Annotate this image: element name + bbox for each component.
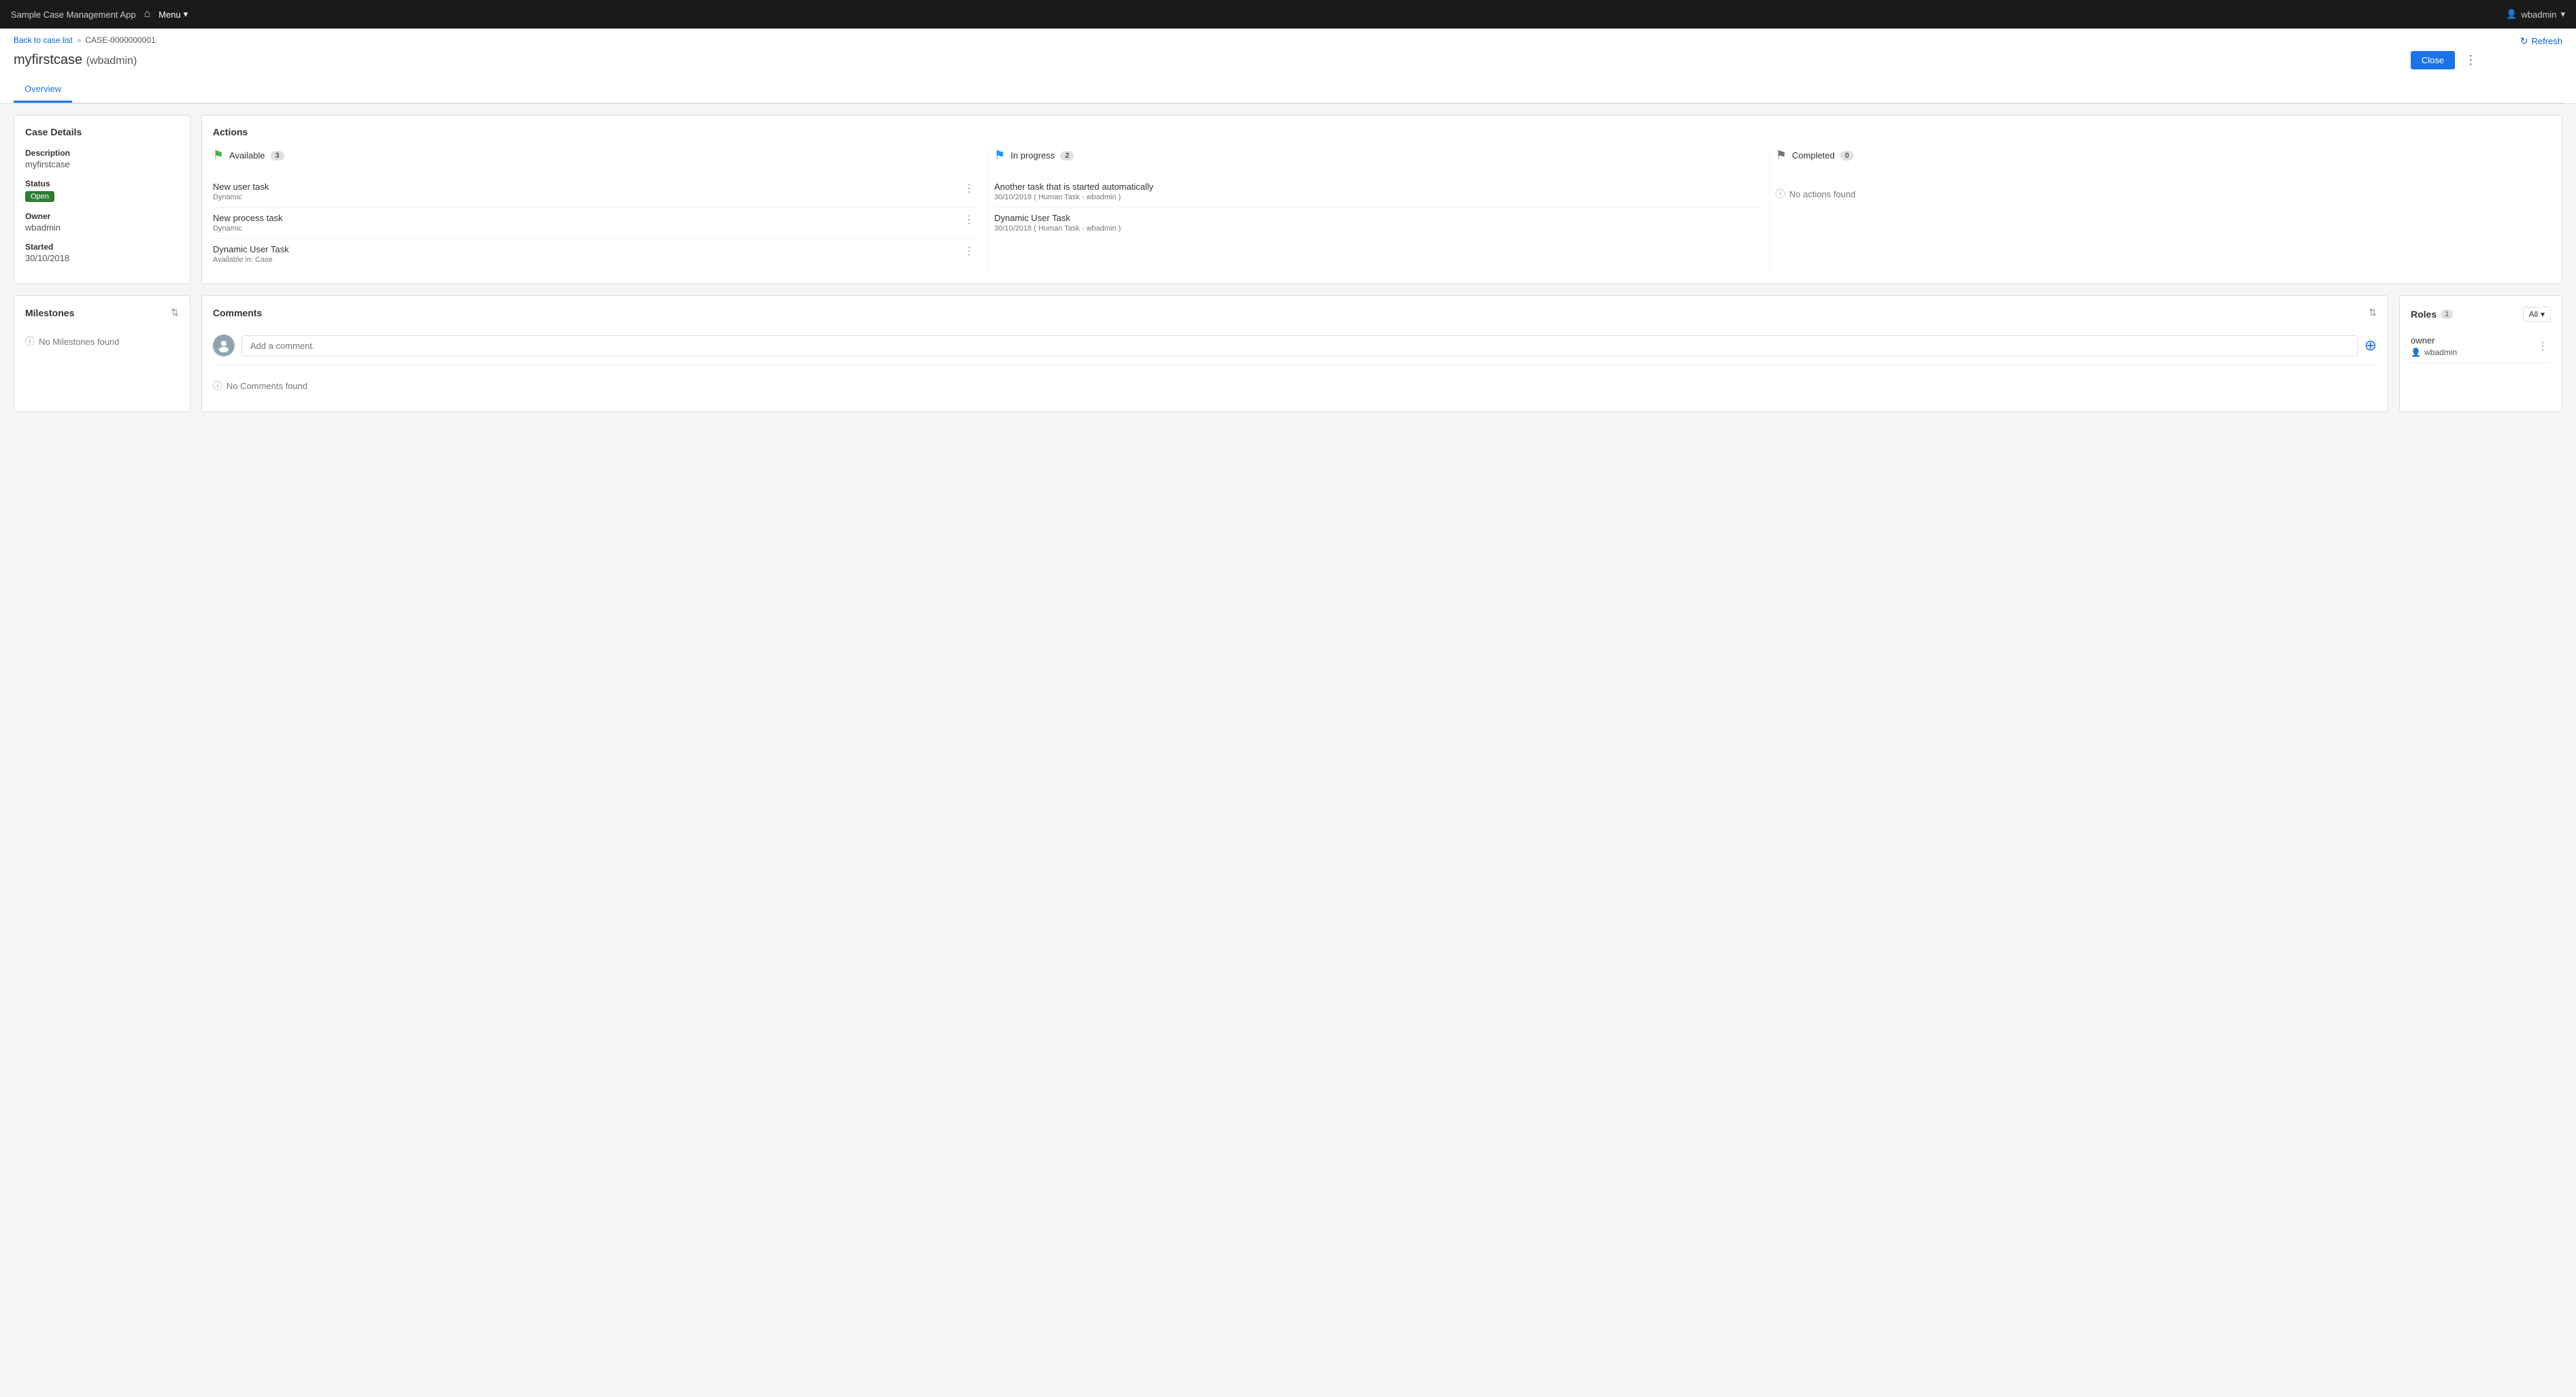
user-icon: 👤	[2506, 9, 2517, 20]
roles-filter-dropdown[interactable]: All ▾	[2523, 307, 2551, 322]
comment-input[interactable]	[241, 335, 2358, 356]
action-item: Another task that is started automatical…	[994, 176, 1759, 207]
action-sub: 30/10/2018 ( Human Task - wbadmin )	[994, 193, 1153, 201]
roles-badge: 1	[2441, 309, 2453, 319]
user-icon: 👤	[2411, 348, 2421, 357]
no-actions-text: No actions found	[1789, 189, 1856, 199]
available-col-title: Available	[229, 150, 265, 161]
description-value: myfirstcase	[25, 159, 179, 169]
action-sub: Dynamic	[213, 224, 283, 233]
info-circle-icon: ⓘ	[1776, 187, 1785, 201]
milestones-sort-icon[interactable]: ⇅	[171, 307, 179, 318]
completed-col-badge: 0	[1840, 151, 1854, 161]
refresh-label: Refresh	[2531, 36, 2562, 46]
no-actions-message: ⓘ No actions found	[1776, 176, 2540, 212]
app-title: Sample Case Management App	[11, 10, 136, 20]
refresh-button[interactable]: ↻ Refresh	[2520, 35, 2562, 47]
role-user-name: wbadmin	[2424, 348, 2457, 357]
role-kebab-button[interactable]: ⋮	[2535, 339, 2551, 353]
actions-panel: Actions ⚑ Available 3 New user task	[201, 115, 2562, 284]
status-label: Status	[25, 179, 179, 188]
case-owner-group: Owner wbadmin	[25, 212, 179, 233]
case-status-group: Status Open	[25, 179, 179, 202]
user-label: wbadmin	[2521, 10, 2556, 20]
started-value: 30/10/2018	[25, 253, 179, 263]
no-milestones-text: No Milestones found	[39, 337, 120, 347]
action-kebab-button[interactable]: ⋮	[961, 244, 977, 258]
inprogress-col-badge: 2	[1060, 151, 1074, 161]
actions-col-inprogress: ⚑ In progress 2 Another task that is sta…	[989, 148, 1770, 269]
comments-title: Comments	[213, 307, 262, 318]
back-to-case-list-link[interactable]: Back to case list	[14, 35, 73, 45]
action-kebab-button[interactable]: ⋮	[961, 182, 977, 195]
action-name[interactable]: New user task	[213, 182, 269, 192]
case-started-group: Started 30/10/2018	[25, 242, 179, 263]
action-sub: Available in: Case	[213, 256, 289, 264]
info-icon: ⓘ	[25, 335, 35, 348]
actions-col-available: ⚑ Available 3 New user task Dynamic ⋮	[213, 148, 989, 269]
action-item: Dynamic User Task Available in: Case ⋮	[213, 239, 977, 269]
refresh-icon: ↻	[2520, 35, 2528, 47]
available-flag-icon: ⚑	[213, 148, 224, 163]
actions-title: Actions	[213, 127, 2551, 137]
action-item: New user task Dynamic ⋮	[213, 176, 977, 207]
tab-overview[interactable]: Overview	[14, 77, 72, 103]
role-item: owner 👤 wbadmin ⋮	[2411, 330, 2551, 363]
close-button[interactable]: Close	[2411, 51, 2455, 69]
owner-label: Owner	[25, 212, 179, 221]
roles-title: Roles	[2411, 309, 2437, 320]
actions-col-completed: ⚑ Completed 0 ⓘ No actions found	[1770, 148, 2551, 269]
roles-panel: Roles 1 All ▾ owner 👤 wbadmin	[2399, 295, 2562, 412]
breadcrumb-current: CASE-0000000001	[85, 35, 155, 45]
inprogress-col-title: In progress	[1011, 150, 1055, 161]
action-name[interactable]: New process task	[213, 213, 283, 223]
action-name[interactable]: Dynamic User Task	[994, 213, 1121, 223]
owner-value: wbadmin	[25, 222, 179, 233]
inprogress-flag-icon: ⚑	[994, 148, 1005, 163]
page-title: myfirstcase (wbadmin)	[14, 52, 137, 68]
role-name: owner	[2411, 335, 2457, 346]
action-kebab-button[interactable]: ⋮	[961, 213, 977, 226]
user-menu[interactable]: 👤 wbadmin ▾	[2506, 9, 2565, 20]
description-label: Description	[25, 148, 179, 158]
started-label: Started	[25, 242, 179, 252]
milestones-panel: Milestones ⇅ ⓘ No Milestones found	[14, 295, 190, 412]
role-user: 👤 wbadmin	[2411, 348, 2457, 357]
comments-sort-icon[interactable]: ⇅	[2369, 307, 2377, 318]
action-item: New process task Dynamic ⋮	[213, 207, 977, 239]
action-sub: 30/10/2018 ( Human Task - wbadmin )	[994, 224, 1121, 233]
avatar	[213, 335, 235, 356]
add-comment-button[interactable]: ⊕	[2365, 338, 2377, 353]
page-kebab-button[interactable]: ⋮	[2460, 50, 2481, 70]
completed-col-title: Completed	[1792, 150, 1835, 161]
breadcrumb: Back to case list » CASE-0000000001	[14, 35, 2562, 45]
roles-filter-chevron-icon: ▾	[2541, 309, 2545, 319]
case-details-title: Case Details	[25, 127, 179, 137]
action-sub: Dynamic	[213, 193, 269, 201]
no-comments-text: No Comments found	[226, 381, 307, 391]
menu-chevron-icon: ▾	[184, 9, 188, 20]
comments-panel: Comments ⇅ ⊕ ⓘ No	[201, 295, 2388, 412]
page-title-user: (wbadmin)	[86, 55, 137, 67]
milestones-title: Milestones	[25, 307, 74, 318]
status-badge: Open	[25, 191, 54, 202]
available-col-badge: 3	[271, 151, 284, 161]
completed-flag-icon: ⚑	[1776, 148, 1786, 163]
case-details-panel: Case Details Description myfirstcase Sta…	[14, 115, 190, 284]
user-chevron-icon: ▾	[2560, 9, 2565, 20]
menu-label: Menu	[158, 10, 181, 20]
menu-button[interactable]: Menu ▾	[158, 9, 188, 20]
action-item: Dynamic User Task 30/10/2018 ( Human Tas…	[994, 207, 1759, 238]
case-description-group: Description myfirstcase	[25, 148, 179, 169]
action-name[interactable]: Dynamic User Task	[213, 244, 289, 254]
breadcrumb-separator: »	[77, 35, 82, 45]
home-icon[interactable]: ⌂	[144, 8, 151, 20]
roles-filter-label: All	[2529, 309, 2538, 319]
no-milestones-message: ⓘ No Milestones found	[25, 326, 179, 356]
info-icon: ⓘ	[213, 379, 222, 392]
action-name[interactable]: Another task that is started automatical…	[994, 182, 1153, 192]
no-comments-message: ⓘ No Comments found	[213, 371, 2377, 401]
